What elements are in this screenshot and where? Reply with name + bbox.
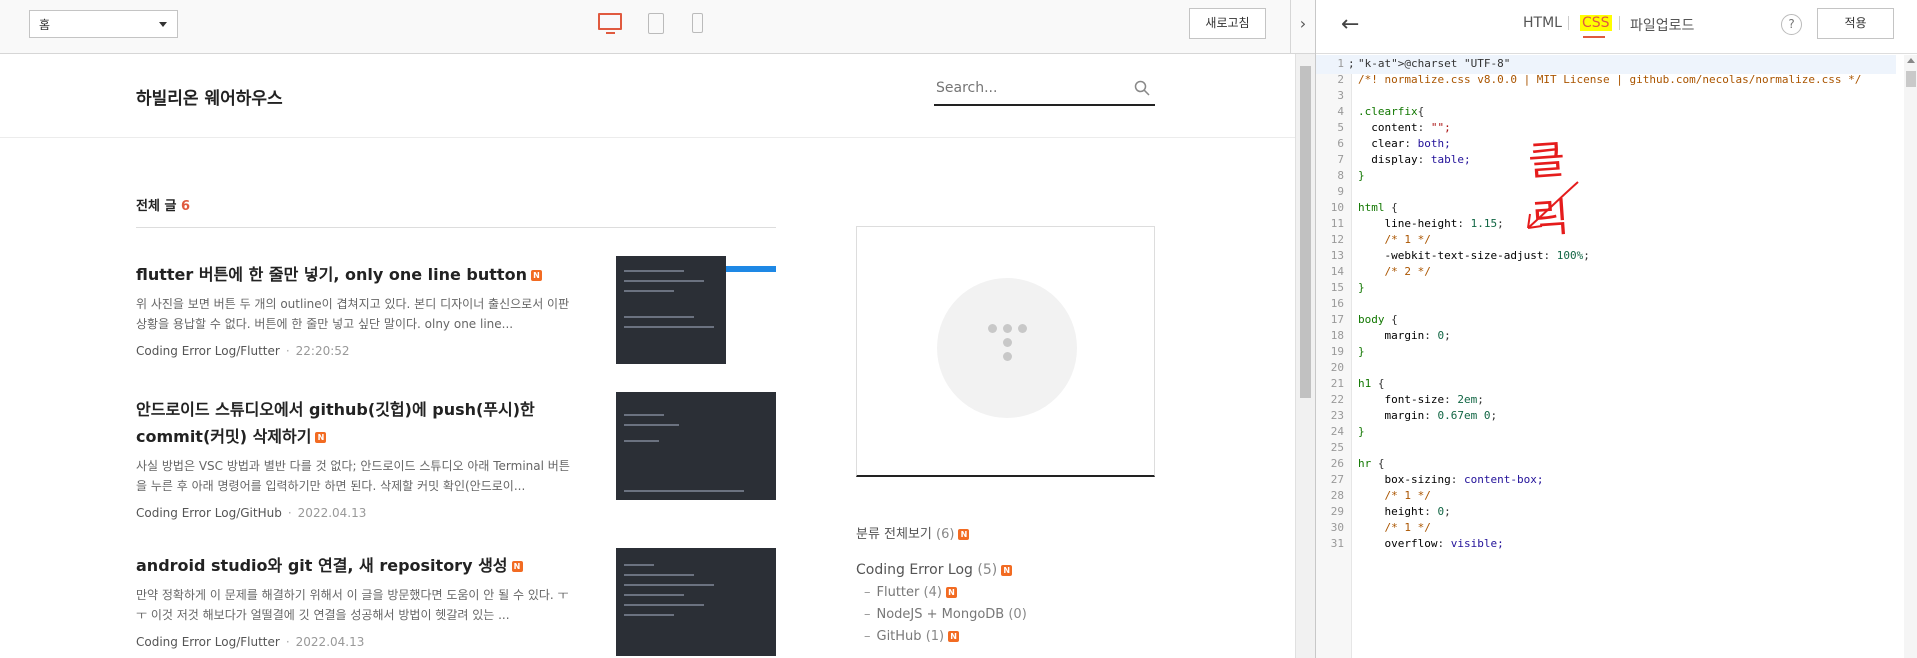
line-number: 31 <box>1330 537 1344 550</box>
scrollbar-thumb[interactable] <box>1300 66 1311 398</box>
post-category[interactable]: Coding Error Log/GitHub <box>136 506 282 520</box>
code-text: overflow: visible; <box>1384 537 1504 550</box>
editor-pane: ← HTML CSS 파일업로드 ? 적용 1 "k-at">@charset "… <box>1315 0 1917 658</box>
post-thumbnail[interactable] <box>616 392 776 500</box>
new-badge: N <box>1001 564 1013 576</box>
code-line[interactable]: 31 overflow: visible; <box>1316 534 1896 554</box>
reload-button[interactable]: 새로고침 <box>1189 8 1266 39</box>
post-title[interactable]: 안드로이드 스튜디오에서 github(깃헙)에 push(푸시)한 commi… <box>136 396 566 450</box>
category-all[interactable]: 분류 전체보기 (6) N <box>856 523 1156 542</box>
mobile-view-icon[interactable] <box>692 13 703 33</box>
page-select-value: 홈 <box>39 18 51 32</box>
blog-header: 하빌리온 웨어하우스 <box>0 54 1295 138</box>
new-badge: N <box>315 432 327 443</box>
blog-title[interactable]: 하빌리온 웨어하우스 <box>136 84 283 109</box>
category-coding-error-log[interactable]: Coding Error Log (5) N <box>856 562 1156 578</box>
post-title-text: flutter 버튼에 한 줄만 넣기, only one line butto… <box>136 265 527 284</box>
post-time: 22:20:52 <box>295 344 350 358</box>
divider <box>136 227 776 228</box>
post-excerpt: 만약 정확하게 이 문제를 해결하기 위해서 이 글을 방문했다면 도움이 안 … <box>136 588 569 622</box>
post-excerpt: 사실 방법은 VSC 방법과 별반 다를 것 없다; 안드로이드 스튜디오 아래… <box>136 459 570 493</box>
page-select[interactable]: 홈 <box>29 10 178 38</box>
preview-scrollbar[interactable] <box>1295 54 1315 658</box>
app-root: 홈 새로고침 › 하빌리온 웨어하우스 전체 글 6 <box>0 0 1917 658</box>
category-all-label: 분류 전체보기 <box>856 527 932 542</box>
active-tab-underline <box>1583 36 1605 38</box>
post-thumbnail[interactable] <box>616 548 776 656</box>
tab-html[interactable]: HTML <box>1523 15 1562 31</box>
category-label: Flutter <box>876 585 920 600</box>
category-list: 분류 전체보기 (6) N Coding Error Log (5) N – Flut… <box>856 523 1156 644</box>
search-input[interactable] <box>936 80 1126 96</box>
all-posts-count: 6 <box>180 199 190 214</box>
category-count: (1) <box>925 629 945 644</box>
category-flutter[interactable]: – Flutter (4) N <box>856 585 1156 600</box>
post-thumbnail[interactable] <box>616 256 776 364</box>
post-time: 2022.04.13 <box>297 506 367 520</box>
category-count: (4) <box>923 585 942 600</box>
all-posts-label: 전체 글 <box>136 199 177 214</box>
desktop-view-icon[interactable] <box>598 13 622 34</box>
post-item[interactable]: 안드로이드 스튜디오에서 github(깃헙)에 push(푸시)한 commi… <box>136 392 776 520</box>
editor-toolbar: ← HTML CSS 파일업로드 ? 적용 <box>1316 0 1917 54</box>
category-label: GitHub <box>876 629 922 644</box>
scroll-up-icon[interactable] <box>1907 58 1915 63</box>
profile-card <box>856 226 1155 477</box>
divider <box>1619 16 1620 30</box>
new-badge: N <box>511 561 523 572</box>
apply-button[interactable]: 적용 <box>1817 8 1894 39</box>
preview-toolbar: 홈 새로고침 › <box>0 0 1315 54</box>
search-icon[interactable] <box>1134 80 1150 96</box>
collapse-arrow-icon[interactable]: › <box>1291 14 1315 34</box>
new-badge: N <box>945 587 957 598</box>
all-posts-heading: 전체 글 6 <box>136 195 190 214</box>
chevron-down-icon <box>159 22 167 27</box>
editor-scrollbar[interactable] <box>1904 55 1917 658</box>
category-label: NodeJS + MongoDB <box>876 607 1005 622</box>
help-icon[interactable]: ? <box>1781 14 1802 35</box>
post-item[interactable]: android studio와 git 연결, 새 repository 생성 N… <box>136 548 776 656</box>
search-box <box>934 76 1155 106</box>
new-badge: N <box>948 631 960 642</box>
category-label: Coding Error Log <box>856 562 973 578</box>
category-nodejs-mongodb[interactable]: – NodeJS + MongoDB (0) <box>856 607 1156 622</box>
category-all-count: (6) <box>936 527 955 542</box>
post-title-text: android studio와 git 연결, 새 repository 생성 <box>136 556 508 575</box>
new-badge: N <box>958 529 970 540</box>
preview-pane: 홈 새로고침 › 하빌리온 웨어하우스 전체 글 6 <box>0 0 1315 658</box>
post-title[interactable]: flutter 버튼에 한 줄만 넣기, only one line butto… <box>136 261 566 288</box>
category-count: (0) <box>1008 607 1027 622</box>
post-time: 2022.04.13 <box>295 635 365 649</box>
scrollbar-thumb[interactable] <box>1906 71 1916 87</box>
post-item[interactable]: flutter 버튼에 한 줄만 넣기, only one line butto… <box>136 256 776 364</box>
category-github[interactable]: – GitHub (1) N <box>856 629 1156 644</box>
avatar <box>937 278 1077 418</box>
back-arrow-icon[interactable]: ← <box>1341 12 1359 37</box>
post-meta: Coding Error Log/GitHub · 2022.04.13 <box>136 506 367 520</box>
category-count: (5) <box>977 562 998 578</box>
post-title-text: 안드로이드 스튜디오에서 github(깃헙)에 push(푸시)한 commi… <box>136 400 535 446</box>
tab-css[interactable]: CSS <box>1580 15 1612 31</box>
annotation-arrow-icon <box>1527 181 1579 229</box>
post-excerpt: 위 사진을 보면 버튼 두 개의 outline이 겹쳐지고 있다. 본디 디자… <box>136 297 570 331</box>
tablet-view-icon[interactable] <box>648 13 664 34</box>
divider <box>1568 16 1569 30</box>
new-badge: N <box>530 270 542 281</box>
post-category[interactable]: Coding Error Log/Flutter <box>136 635 280 649</box>
post-category[interactable]: Coding Error Log/Flutter <box>136 344 280 358</box>
post-title[interactable]: android studio와 git 연결, 새 repository 생성 N <box>136 552 566 579</box>
tab-file-upload[interactable]: 파일업로드 <box>1630 15 1694 35</box>
